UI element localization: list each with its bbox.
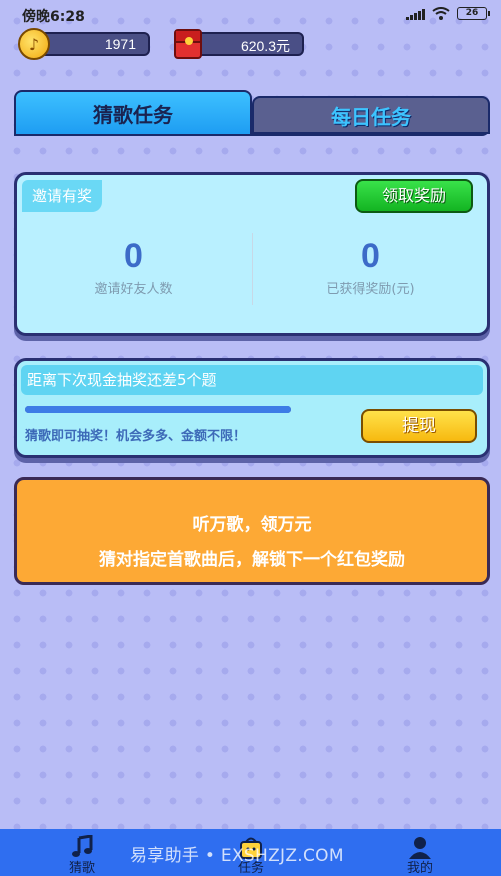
status-bar: 傍晚6:28 26 <box>0 0 501 28</box>
cash-balance-value: 620.3元 <box>240 38 290 54</box>
status-icons: 26 <box>406 7 490 20</box>
lottery-card: 距离下次现金抽奖还差5个题 猜歌即可抽奖！机会多多、金额不限！ 提现 <box>14 358 490 458</box>
invited-friends-stat: 0 邀请好友人数 <box>17 237 250 297</box>
earned-reward-stat: 0 已获得奖励(元) <box>254 237 487 297</box>
bottom-nav: 猜歌 任务 我的 易享助手 • EXSHZJZ.COM <box>0 829 501 876</box>
nav-profile[interactable]: 我的 <box>380 829 460 876</box>
promo-banner[interactable]: 听万歌，领万元 猜对指定首歌曲后，解锁下一个红包奖励 <box>14 477 490 585</box>
music-note-icon <box>72 835 93 857</box>
lottery-description: 猜歌即可抽奖！机会多多、金额不限！ <box>25 429 247 444</box>
nav-guess-song-label: 猜歌 <box>68 861 95 876</box>
signal-icon <box>406 8 425 20</box>
tab-guess-tasks[interactable]: 猜歌任务 <box>14 90 252 136</box>
user-icon <box>409 837 431 859</box>
earned-reward-label: 已获得奖励(元) <box>326 282 415 297</box>
invite-card: 邀请有奖 领取奖励 0 邀请好友人数 0 已获得奖励(元) <box>14 172 490 336</box>
nav-profile-label: 我的 <box>406 861 433 876</box>
red-envelope-icon <box>174 29 202 59</box>
wifi-icon <box>432 7 450 20</box>
invited-friends-count: 0 <box>124 237 143 275</box>
coin-balance: 1971 <box>38 32 150 56</box>
banner-subtext: 猜对指定首歌曲后，解锁下一个红包奖励 <box>99 550 405 570</box>
stat-divider <box>252 233 253 305</box>
watermark: 易享助手 • EXSHZJZ.COM <box>130 846 344 866</box>
claim-reward-button[interactable]: 领取奖励 <box>355 179 473 213</box>
invited-friends-label: 邀请好友人数 <box>94 282 173 297</box>
lottery-progress-bar <box>25 406 291 413</box>
coin-balance-value: 1971 <box>104 36 136 52</box>
status-time: 傍晚6:28 <box>22 9 85 25</box>
invite-tag: 邀请有奖 <box>22 180 103 212</box>
withdraw-button[interactable]: 提现 <box>361 409 477 443</box>
task-tabs: 每日任务 猜歌任务 <box>14 90 490 146</box>
tab-daily-tasks[interactable]: 每日任务 <box>252 96 490 134</box>
music-coin-icon: ♪ <box>18 28 50 60</box>
battery-icon: 26 <box>457 7 490 20</box>
banner-headline: 听万歌，领万元 <box>192 515 312 535</box>
earned-reward-value: 0 <box>361 237 380 275</box>
cash-balance: 620.3元 <box>192 32 304 56</box>
nav-guess-song[interactable]: 猜歌 <box>42 829 122 876</box>
lottery-progress-fill <box>25 406 291 413</box>
lottery-header: 距离下次现金抽奖还差5个题 <box>21 365 483 395</box>
